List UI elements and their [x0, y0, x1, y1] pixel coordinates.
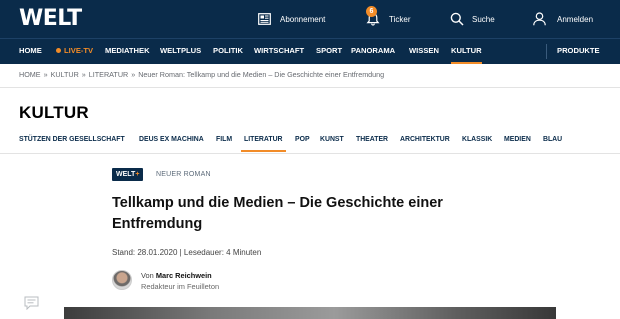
subnav-film[interactable]: FILM: [216, 136, 232, 154]
breadcrumb-current: Neuer Roman: Tellkamp und die Medien – D…: [138, 70, 385, 79]
author-byline: Von Marc Reichwein: [141, 271, 212, 280]
breadcrumb-kultur[interactable]: KULTUR: [51, 70, 79, 79]
subnav-klassik[interactable]: KLASSIK: [462, 136, 492, 154]
login-label: Anmelden: [557, 14, 594, 24]
nav-divider: [546, 44, 547, 59]
author-avatar[interactable]: [112, 270, 132, 290]
abonnement-link[interactable]: Abonnement: [258, 0, 325, 38]
section-title[interactable]: KULTUR: [19, 103, 89, 123]
article-meta: Stand: 28.01.2020 | Lesedauer: 4 Minuten: [112, 248, 262, 257]
abonnement-label: Abonnement: [280, 14, 326, 24]
subnav-stuetzen-der-gesellschaft[interactable]: STÜTZEN DER GESELLSCHAFT: [19, 136, 125, 154]
breadcrumb-separator: »: [81, 70, 86, 79]
subnav-pop[interactable]: POP: [295, 136, 310, 154]
nav-sport[interactable]: SPORT: [316, 39, 342, 64]
weltplus-badge-text: WELT: [116, 171, 136, 178]
breadcrumb: HOME» KULTUR» LITERATUR» Neuer Roman: Tellk…: [19, 70, 384, 79]
subnav-blau[interactable]: BLAU: [543, 136, 562, 154]
comment-icon[interactable]: [24, 296, 39, 315]
nav-live-tv[interactable]: LIVE-TV: [56, 39, 93, 64]
nav-home[interactable]: HOME: [19, 39, 42, 64]
nav-wirtschaft[interactable]: WIRTSCHAFT: [254, 39, 304, 64]
nav-mediathek[interactable]: MEDIATHEK: [105, 39, 150, 64]
author-prefix: Von: [141, 271, 154, 280]
subnav-medien[interactable]: MEDIEN: [504, 136, 531, 154]
breadcrumb-separator: »: [131, 70, 136, 79]
author-name[interactable]: Marc Reichwein: [156, 271, 212, 280]
search-button[interactable]: Suche: [450, 0, 495, 38]
article-hero-image: [64, 307, 556, 319]
article-kicker: NEUER ROMAN: [156, 171, 211, 178]
breadcrumb-separator: »: [43, 70, 48, 79]
nav-panorama[interactable]: PANORAMA: [351, 39, 395, 64]
divider: [0, 153, 620, 154]
ticker-label: Ticker: [389, 14, 411, 24]
main-navigation: HOME LIVE-TV MEDIATHEK WELTPLUS POLITIK …: [0, 38, 620, 64]
ticker-count-badge: 6: [366, 6, 377, 17]
nav-kultur[interactable]: KULTUR: [451, 39, 482, 64]
search-label: Suche: [472, 14, 495, 24]
newspaper-icon: [258, 13, 271, 25]
subnav-theater[interactable]: THEATER: [356, 136, 388, 154]
welt-logo[interactable]: WELT: [19, 6, 82, 32]
breadcrumb-home[interactable]: HOME: [19, 70, 41, 79]
subnav-literatur[interactable]: LITERATUR: [241, 136, 286, 154]
subnav-kunst[interactable]: KUNST: [320, 136, 344, 154]
top-header: WELT Abonnement Ticker 6 Suche Anmelden: [0, 0, 620, 38]
divider: [0, 87, 620, 88]
nav-weltplus[interactable]: WELTPLUS: [160, 39, 201, 64]
subnav-deus-ex-machina[interactable]: DEUS EX MACHINA: [139, 136, 204, 154]
nav-wissen[interactable]: WISSEN: [409, 39, 439, 64]
article-headline: Tellkamp und die Medien – Die Geschichte…: [112, 195, 443, 232]
breadcrumb-literatur[interactable]: LITERATUR: [89, 70, 128, 79]
login-button[interactable]: Anmelden: [533, 0, 593, 38]
search-icon: [450, 12, 464, 26]
weltplus-badge[interactable]: WELT+: [112, 168, 144, 181]
nav-produkte[interactable]: PRODUKTE: [557, 39, 600, 64]
author-role: Redakteur im Feuilleton: [141, 282, 220, 291]
user-icon: [533, 12, 546, 26]
live-indicator-icon: [56, 48, 61, 53]
nav-live-tv-label: LIVE-TV: [64, 46, 94, 55]
nav-politik[interactable]: POLITIK: [213, 39, 243, 64]
weltplus-badge-plus: +: [135, 171, 140, 178]
subnav-architektur[interactable]: ARCHITEKTUR: [400, 136, 450, 154]
